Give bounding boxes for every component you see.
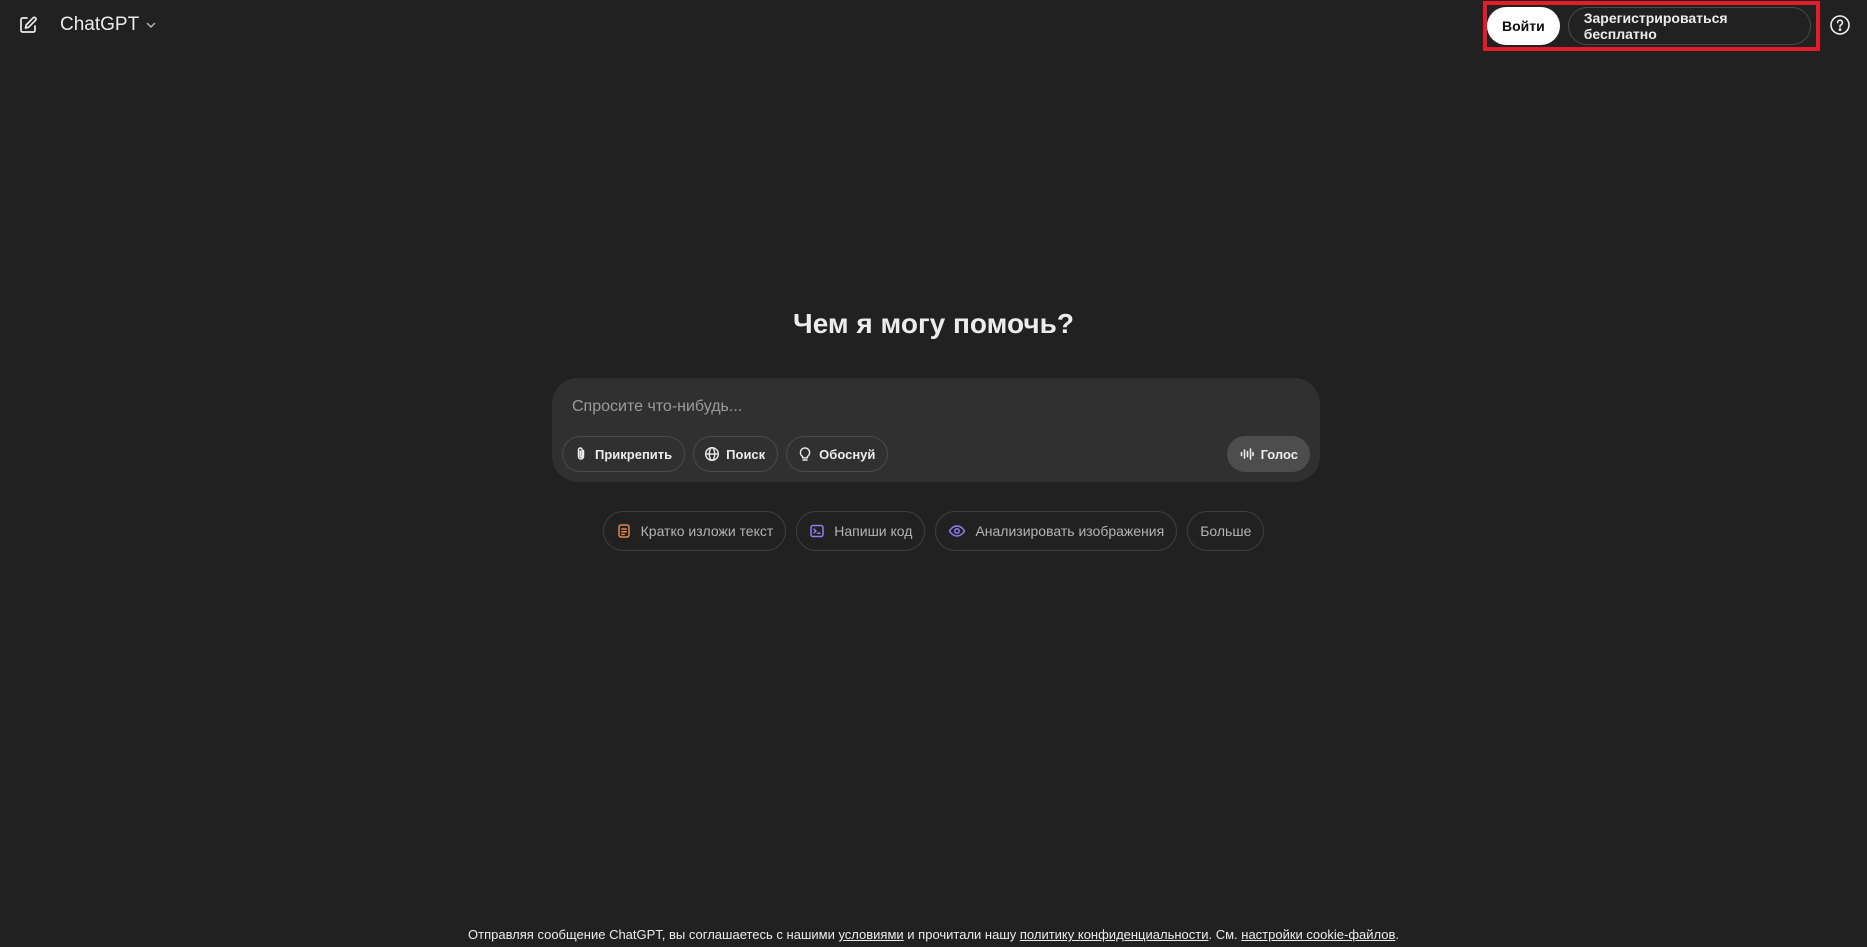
voice-label: Голос (1260, 446, 1298, 462)
suggestion-summarize[interactable]: Кратко изложи текст (602, 511, 787, 551)
reason-label: Обоснуй (819, 446, 876, 462)
attach-label: Прикрепить (595, 446, 673, 462)
paperclip-icon (573, 446, 589, 462)
voice-button[interactable]: Голос (1226, 436, 1310, 472)
suggestion-label: Анализировать изображения (975, 523, 1165, 539)
suggestion-chips: Кратко изложи текст Напиши код Анализиро… (0, 511, 1867, 551)
attach-button[interactable]: Прикрепить (562, 436, 686, 472)
suggestion-label: Больше (1200, 523, 1252, 539)
reason-button[interactable]: Обоснуй (786, 436, 889, 472)
login-button[interactable]: Войти (1487, 7, 1560, 45)
model-label: ChatGPT (60, 14, 140, 35)
signup-button[interactable]: Зарегистрироваться бесплатно (1567, 7, 1811, 45)
waveform-icon (1239, 446, 1255, 462)
chevron-down-icon (145, 19, 157, 31)
terms-prefix: Отправляя сообщение ChatGPT, вы соглашае… (468, 927, 839, 942)
lightbulb-icon (797, 446, 813, 462)
terms-notice: Отправляя сообщение ChatGPT, вы соглашае… (0, 927, 1867, 942)
search-button[interactable]: Поиск (693, 436, 779, 472)
edit-icon (18, 15, 38, 35)
eye-icon (948, 523, 966, 539)
terms-middle: и прочитали нашу (903, 927, 1020, 942)
suggestion-label: Напиши код (834, 523, 913, 539)
model-switcher[interactable]: ChatGPT (56, 10, 161, 40)
globe-icon (704, 446, 720, 462)
privacy-link[interactable]: политику конфиденциальности (1020, 927, 1209, 942)
chatgpt-page: ChatGPT Войти Зарегистрироваться бесплат… (0, 0, 1867, 947)
cookie-settings-link[interactable]: настройки cookie-файлов (1241, 927, 1395, 942)
prompt-input[interactable] (572, 394, 1292, 420)
suggestion-code[interactable]: Напиши код (796, 511, 926, 551)
help-button[interactable] (1826, 11, 1854, 39)
composer: Прикрепить Поиск (552, 378, 1320, 482)
new-chat-button[interactable] (14, 11, 42, 39)
composer-tools: Прикрепить Поиск Обоснуй (562, 436, 889, 472)
suggestion-label: Кратко изложи текст (640, 523, 774, 539)
suggestion-analyze-images[interactable]: Анализировать изображения (935, 511, 1178, 551)
search-label: Поиск (726, 446, 766, 462)
document-icon (616, 523, 632, 539)
terms-suffix: . (1395, 927, 1399, 942)
terminal-icon (809, 523, 825, 539)
auth-buttons-group: Войти Зарегистрироваться бесплатно (1483, 1, 1820, 51)
top-bar: ChatGPT Войти Зарегистрироваться бесплат… (0, 0, 1867, 51)
suggestion-more[interactable]: Больше (1187, 511, 1265, 551)
help-icon (1829, 14, 1851, 36)
terms-middle2: . См. (1208, 927, 1242, 942)
page-title: Чем я могу помочь? (793, 308, 1074, 339)
terms-link[interactable]: условиями (838, 927, 903, 942)
